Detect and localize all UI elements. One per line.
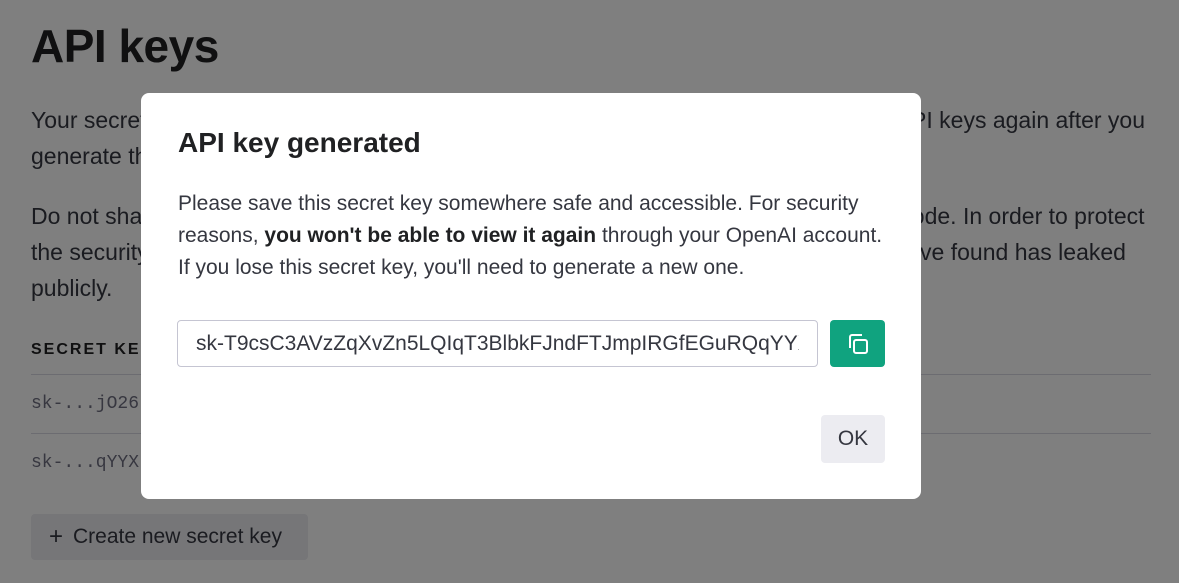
- dialog-title: API key generated: [178, 127, 421, 158]
- copy-button[interactable]: [830, 320, 885, 367]
- dialog-message-emphasis: you won't be able to view it again: [264, 224, 597, 247]
- copy-icon: [845, 331, 871, 357]
- dialog-message: Please save this secret key somewhere sa…: [178, 188, 888, 284]
- api-key-generated-dialog: API key generated Please save this secre…: [141, 93, 921, 499]
- secret-key-field[interactable]: [177, 320, 818, 367]
- ok-button[interactable]: OK: [821, 415, 885, 463]
